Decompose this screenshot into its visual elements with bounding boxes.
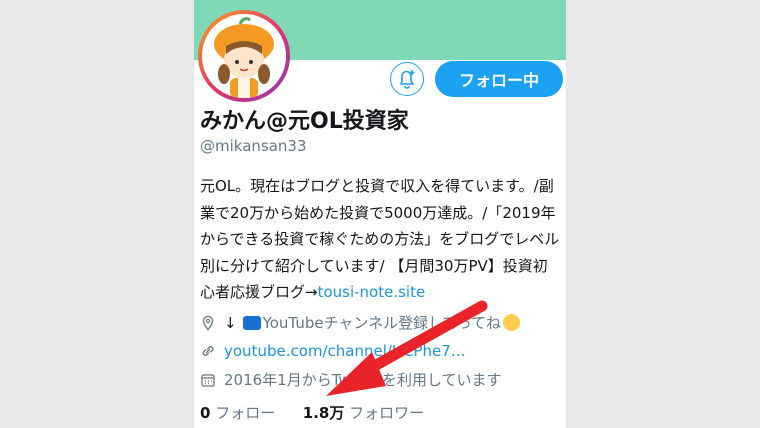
calendar-icon <box>201 373 215 387</box>
user-handle: @mikansan33 <box>200 137 307 155</box>
display-name: みかん@元OL投資家 <box>200 109 409 134</box>
bell-plus-icon <box>400 70 415 89</box>
notification-bell-button[interactable] <box>390 62 424 96</box>
location-pin-icon <box>202 315 214 330</box>
avatar-illustration <box>202 14 286 98</box>
location-arrow: ↓ <box>224 313 237 332</box>
tv-icon <box>242 315 261 330</box>
link-icon <box>202 346 214 356</box>
location-text: YouTubeチャンネル登録してってね <box>262 314 502 332</box>
bio-link[interactable]: tousi-note.site <box>318 283 426 301</box>
profile-card: フォロー中 みかん@元OL投資家 @mikansan33 元OL。現在はブログと… <box>194 0 566 428</box>
joined-date: 2016年1月からTwitterを利用しています <box>224 371 502 389</box>
website-link[interactable]: youtube.com/channel/UCPhe7… <box>224 342 466 360</box>
location-row: ↓ YouTubeチャンネル登録してってね <box>200 312 521 333</box>
followers-stat[interactable]: 1.8万 フォロワー <box>303 404 424 422</box>
avatar[interactable] <box>202 14 286 98</box>
following-stat[interactable]: 0 フォロー <box>200 404 275 422</box>
joined-row: 2016年1月からTwitterを利用しています <box>200 369 502 390</box>
following-label: フォロー <box>215 404 276 422</box>
follow-stats: 0 フォロー 1.8万 フォロワー <box>200 402 424 423</box>
bio: 元OL。現在はブログと投資で収入を得ています。/副業で20万から始めた投資で50… <box>200 173 562 306</box>
followers-count: 1.8万 <box>302 404 345 422</box>
following-button[interactable]: フォロー中 <box>435 61 563 97</box>
following-count: 0 <box>200 404 211 422</box>
avatar-story-ring[interactable] <box>198 10 290 102</box>
smile-emoji-icon <box>503 314 521 331</box>
website-row: youtube.com/channel/UCPhe7… <box>200 342 466 360</box>
followers-label: フォロワー <box>349 404 425 422</box>
page-background: フォロー中 みかん@元OL投資家 @mikansan33 元OL。現在はブログと… <box>0 0 760 428</box>
